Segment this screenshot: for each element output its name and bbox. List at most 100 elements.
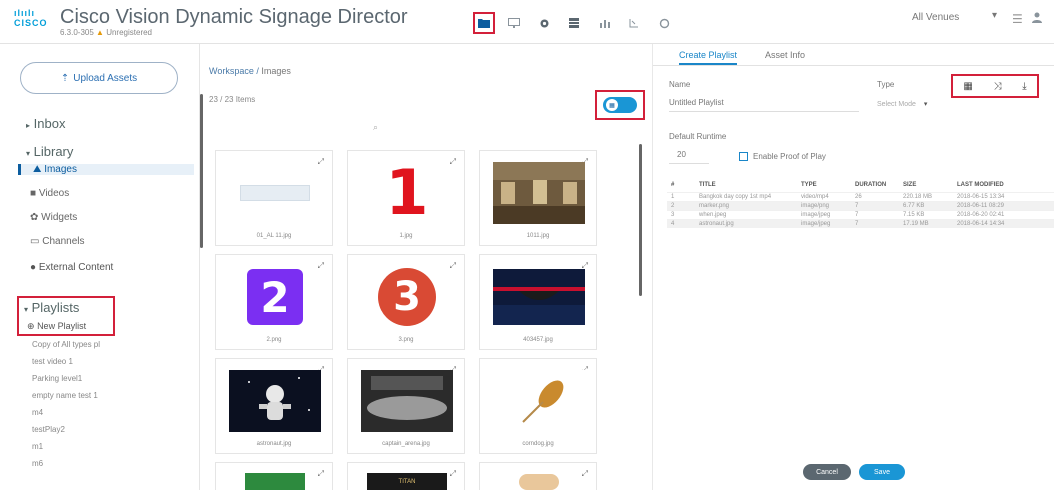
- main-toolbar: [473, 12, 683, 34]
- table-header-row: # TITLE TYPE DURATION SIZE LAST MODIFIED: [667, 178, 1054, 192]
- asset-tile[interactable]: ⤢ 1 1.jpg: [347, 150, 465, 246]
- upload-assets-button[interactable]: ⇡ Upload Assets: [20, 62, 178, 94]
- table-row[interactable]: 3 when.jpeg image/jpeg 7 7.15 KB 2018-06…: [667, 209, 1054, 219]
- cancel-button[interactable]: Cancel: [803, 464, 851, 480]
- column-header[interactable]: TYPE: [797, 178, 851, 192]
- grid-icon[interactable]: ▦: [963, 81, 972, 92]
- gear-icon[interactable]: [533, 12, 555, 34]
- column-header[interactable]: SIZE: [899, 178, 953, 192]
- cell-type: image/jpeg: [797, 218, 851, 228]
- proof-of-play-checkbox[interactable]: Enable Proof of Play: [739, 152, 826, 161]
- download-icon[interactable]: ⤓: [1022, 81, 1026, 92]
- tab-create-playlist[interactable]: Create Playlist: [679, 50, 738, 65]
- asset-thumbnail: [226, 473, 324, 490]
- asset-tile[interactable]: ⤢ 403457.jpg: [479, 254, 597, 350]
- cell-index: 3: [667, 209, 695, 219]
- folder-icon[interactable]: [473, 12, 495, 34]
- column-header[interactable]: TITLE: [695, 178, 797, 192]
- view-toggle[interactable]: ▦: [603, 97, 637, 113]
- playlist-item[interactable]: m4: [32, 408, 43, 417]
- search-icon[interactable]: ⌕: [373, 122, 378, 133]
- user-icon[interactable]: [1032, 12, 1042, 26]
- asset-tile[interactable]: ⤢ 01_AL 11.jpg: [215, 150, 333, 246]
- cell-duration[interactable]: 7: [851, 218, 899, 228]
- playlist-table: # TITLE TYPE DURATION SIZE LAST MODIFIED…: [667, 178, 1054, 228]
- breadcrumb-current: Images: [261, 66, 291, 76]
- cell-modified: 2018-06-15 13:34: [953, 191, 1054, 201]
- nav-item-widgets[interactable]: ✿ Widgets: [30, 212, 77, 223]
- playlist-item[interactable]: testPlay2: [32, 425, 65, 434]
- type-select[interactable]: Select Mode ▾: [877, 100, 927, 108]
- proof-of-play-label: Enable Proof of Play: [753, 152, 826, 161]
- playlist-item[interactable]: Copy of All types pl: [32, 340, 100, 349]
- asset-tile[interactable]: ⤢ astronaut.jpg: [215, 358, 333, 454]
- playlist-item[interactable]: test video 1: [32, 357, 73, 366]
- cell-duration[interactable]: 7: [851, 209, 899, 219]
- app-header: ılıılı CISCO Cisco Vision Dynamic Signag…: [0, 0, 1054, 44]
- new-playlist-button[interactable]: ⊕ New Playlist: [27, 321, 86, 332]
- cell-title: marker.png: [695, 200, 797, 210]
- grid-icon[interactable]: [563, 12, 585, 34]
- playlist-item[interactable]: m6: [32, 459, 43, 468]
- asset-filename: 01_AL 11.jpg: [256, 233, 292, 239]
- nav-item-videos[interactable]: ■ Videos: [30, 188, 69, 199]
- cisco-logo-bars: ılıılı: [14, 8, 36, 18]
- save-button[interactable]: Save: [859, 464, 905, 480]
- nav-playlists[interactable]: ▾ Playlists: [24, 300, 79, 315]
- playlist-item[interactable]: m1: [32, 442, 43, 451]
- asset-tile[interactable]: ⤢ corndog.jpg: [479, 358, 597, 454]
- asset-filename: 403457.jpg: [523, 337, 553, 343]
- view-toggle-highlight: ▦: [595, 90, 645, 120]
- nav-item-images[interactable]: ⛰ Images: [18, 164, 194, 175]
- assets-scrollbar[interactable]: [639, 144, 642, 296]
- cell-title: astronaut.jpg: [695, 218, 797, 228]
- cell-type: video/mp4: [797, 191, 851, 201]
- shuffle-icon[interactable]: ⤨: [994, 81, 1002, 92]
- asset-tile[interactable]: ⤢: [479, 462, 597, 490]
- playlist-item[interactable]: empty name test 1: [32, 391, 98, 400]
- asset-tile[interactable]: ⤢ 3 3.png: [347, 254, 465, 350]
- cell-size: 220.18 MB: [899, 191, 953, 201]
- default-runtime-input[interactable]: 20: [669, 150, 709, 164]
- nav-item-label: Widgets: [41, 212, 78, 223]
- display-icon[interactable]: [503, 12, 525, 34]
- asset-tile[interactable]: ⤢ 2 2.png: [215, 254, 333, 350]
- breadcrumb-root[interactable]: Workspace /: [209, 66, 259, 76]
- sensor-icon[interactable]: [623, 12, 645, 34]
- cell-duration[interactable]: 26: [851, 191, 899, 201]
- asset-tile[interactable]: ⤢ 1011.jpg: [479, 150, 597, 246]
- type-label: Type: [877, 80, 895, 89]
- table-row[interactable]: 1 Bangkok day copy 1st mp4 video/mp4 26 …: [667, 191, 1054, 201]
- asset-thumbnail: [226, 161, 324, 225]
- asset-tile[interactable]: ⤢ captain_arena.jpg: [347, 358, 465, 454]
- tab-asset-info[interactable]: Asset Info: [765, 50, 805, 60]
- chevron-down-icon[interactable]: ▾: [992, 10, 997, 21]
- column-header[interactable]: DURATION: [851, 178, 899, 192]
- cell-modified: 2018-06-14 14:34: [953, 218, 1054, 228]
- chart-icon[interactable]: [593, 12, 615, 34]
- version-text: 6.3.0-305: [60, 28, 94, 37]
- playlist-name-input[interactable]: [669, 98, 859, 112]
- settings-icon[interactable]: [653, 12, 675, 34]
- cell-duration[interactable]: 7: [851, 200, 899, 210]
- asset-tile[interactable]: ⤢ TITAN: [347, 462, 465, 490]
- cell-size: 17.19 MB: [899, 218, 953, 228]
- playlist-item[interactable]: Parking level1: [32, 374, 82, 383]
- asset-tile[interactable]: ⤢: [215, 462, 333, 490]
- add-icon: ⊕: [27, 321, 35, 331]
- nav-external-content[interactable]: ● External Content: [30, 262, 113, 273]
- asset-thumbnail: 2: [226, 265, 324, 329]
- cell-type: image/jpeg: [797, 209, 851, 219]
- table-row[interactable]: 2 marker.png image/png 7 6.77 KB 2018-06…: [667, 200, 1054, 210]
- column-header: #: [671, 181, 675, 188]
- nav-item-channels[interactable]: ▭ Channels: [30, 236, 85, 247]
- titan-caption: TITAN: [367, 473, 447, 490]
- table-row[interactable]: 4 astronaut.jpg image/jpeg 7 17.19 MB 20…: [667, 218, 1054, 228]
- menu-icon[interactable]: ☰: [1012, 12, 1023, 26]
- column-header[interactable]: LAST MODIFIED: [953, 178, 1054, 192]
- type-select-value: Select Mode: [877, 101, 916, 108]
- grid-view-icon: ▦: [606, 99, 618, 111]
- nav-library[interactable]: ▾ Library: [26, 144, 73, 159]
- nav-inbox[interactable]: ▸ Inbox: [26, 116, 65, 131]
- venue-selector[interactable]: All Venues: [912, 12, 959, 23]
